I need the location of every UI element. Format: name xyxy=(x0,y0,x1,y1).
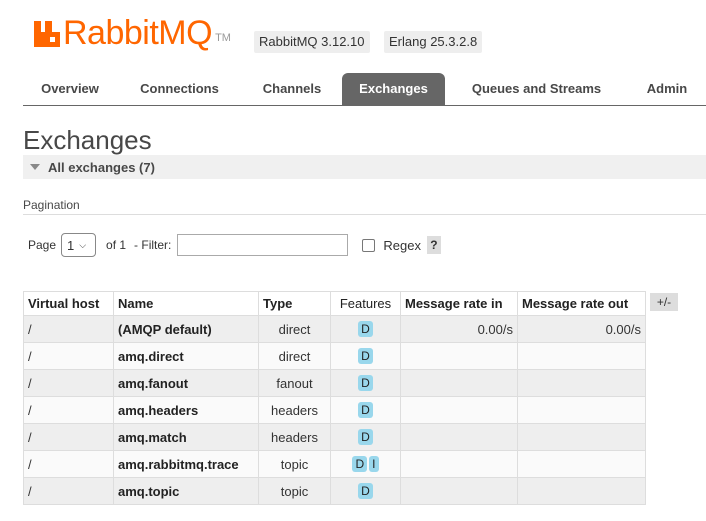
type-cell: direct xyxy=(258,315,331,343)
features-cell: D xyxy=(330,369,401,397)
table-row: / amq.fanout fanout D xyxy=(23,369,646,397)
type-cell: fanout xyxy=(258,369,331,397)
trademark-mark: TM xyxy=(215,32,231,44)
exchange-name-link[interactable]: amq.topic xyxy=(113,477,259,505)
vhost-cell: / xyxy=(23,315,114,343)
tab-channels[interactable]: Channels xyxy=(242,73,342,105)
tab-connections[interactable]: Connections xyxy=(117,73,242,105)
table-row: / amq.direct direct D xyxy=(23,342,646,370)
page-select-value: 1 xyxy=(67,237,75,253)
features-cell: D xyxy=(330,423,401,451)
regex-help-button[interactable]: ? xyxy=(426,236,441,254)
durable-badge: D xyxy=(358,429,373,446)
tab-exchanges[interactable]: Exchanges xyxy=(342,73,445,105)
filter-input[interactable] xyxy=(177,234,349,256)
rate-out-cell xyxy=(517,342,646,370)
vhost-cell: / xyxy=(23,423,114,451)
collapse-triangle-icon xyxy=(30,164,40,170)
type-cell: topic xyxy=(258,477,331,505)
rate-out-cell: 0.00/s xyxy=(517,315,646,343)
features-cell: DI xyxy=(330,450,401,478)
exchange-name-link[interactable]: amq.rabbitmq.trace xyxy=(113,450,259,478)
vhost-cell: / xyxy=(23,477,114,505)
rate-in-cell: 0.00/s xyxy=(400,315,518,343)
durable-badge: D xyxy=(358,483,373,500)
table-row: / amq.match headers D xyxy=(23,423,646,451)
rabbit-logo-icon xyxy=(34,21,60,47)
regex-checkbox[interactable] xyxy=(362,238,376,252)
rate-out-cell xyxy=(517,477,646,505)
column-header-message-rate-out[interactable]: Message rate out xyxy=(517,291,646,316)
rabbitmq-logo[interactable]: RabbitMQ TM xyxy=(34,16,231,50)
rate-out-cell xyxy=(517,396,646,424)
filter-label: - Filter: xyxy=(134,238,172,252)
internal-badge: I xyxy=(369,456,379,473)
exchange-name-link[interactable]: amq.fanout xyxy=(113,369,259,397)
rate-in-cell xyxy=(400,450,518,478)
pagination-filter-row: Page 1 ⌵ of 1 - Filter: Regex ? xyxy=(28,233,441,257)
table-row: / amq.headers headers D xyxy=(23,396,646,424)
regex-label: Regex xyxy=(383,237,421,253)
durable-badge: D xyxy=(358,402,373,419)
durable-badge: D xyxy=(358,321,373,338)
section-title: All exchanges (7) xyxy=(48,159,155,175)
column-header-features: Features xyxy=(330,291,401,316)
erlang-version-badge: Erlang 25.3.2.8 xyxy=(384,31,483,53)
type-cell: headers xyxy=(258,396,331,424)
page-count-label: of 1 xyxy=(106,238,127,252)
type-cell: topic xyxy=(258,450,331,478)
durable-badge: D xyxy=(358,348,373,365)
rate-in-cell xyxy=(400,477,518,505)
exchange-name-link[interactable]: amq.direct xyxy=(113,342,259,370)
rate-in-cell xyxy=(400,342,518,370)
table-row: / amq.rabbitmq.trace topic DI xyxy=(23,450,646,478)
brand-name: RabbitMQ xyxy=(63,14,213,52)
type-cell: headers xyxy=(258,423,331,451)
rabbitmq-version-badge: RabbitMQ 3.12.10 xyxy=(254,31,370,53)
vhost-cell: / xyxy=(23,342,114,370)
divider xyxy=(23,214,706,215)
page-select[interactable]: 1 ⌵ xyxy=(61,233,97,257)
exchange-name-link[interactable]: amq.headers xyxy=(113,396,259,424)
rate-out-cell xyxy=(517,423,646,451)
features-cell: D xyxy=(330,315,401,343)
chevron-down-icon: ⌵ xyxy=(79,239,87,250)
features-cell: D xyxy=(330,396,401,424)
main-nav-tabs: Overview Connections Channels Exchanges … xyxy=(23,73,706,106)
rate-out-cell xyxy=(517,450,646,478)
type-cell: direct xyxy=(258,342,331,370)
durable-badge: D xyxy=(352,456,368,473)
column-header-name[interactable]: Name xyxy=(113,291,259,316)
rate-in-cell xyxy=(400,396,518,424)
all-exchanges-section-toggle[interactable]: All exchanges (7) xyxy=(23,155,706,179)
features-cell: D xyxy=(330,342,401,370)
toggle-columns-button[interactable]: +/- xyxy=(650,293,678,311)
table-row: / amq.topic topic D xyxy=(23,477,646,505)
vhost-cell: / xyxy=(23,396,114,424)
rate-out-cell xyxy=(517,369,646,397)
durable-badge: D xyxy=(358,375,373,392)
column-header-type[interactable]: Type xyxy=(258,291,331,316)
pagination-heading: Pagination xyxy=(23,198,80,212)
exchange-name-link[interactable]: (AMQP default) xyxy=(113,315,259,343)
rate-in-cell xyxy=(400,369,518,397)
features-cell: D xyxy=(330,477,401,505)
column-header-virtual-host[interactable]: Virtual host xyxy=(23,291,114,316)
vhost-cell: / xyxy=(23,369,114,397)
rate-in-cell xyxy=(400,423,518,451)
vhost-cell: / xyxy=(23,450,114,478)
column-header-message-rate-in[interactable]: Message rate in xyxy=(400,291,518,316)
table-header-row: Virtual host Name Type Features Message … xyxy=(23,291,646,316)
tab-admin[interactable]: Admin xyxy=(628,73,706,105)
exchanges-table: Virtual host Name Type Features Message … xyxy=(23,291,646,505)
tab-overview[interactable]: Overview xyxy=(23,73,117,105)
exchange-name-link[interactable]: amq.match xyxy=(113,423,259,451)
table-row: / (AMQP default) direct D 0.00/s 0.00/s xyxy=(23,315,646,343)
tab-queues-and-streams[interactable]: Queues and Streams xyxy=(445,73,628,105)
page-label: Page xyxy=(28,238,57,252)
page-title: Exchanges xyxy=(23,125,152,155)
